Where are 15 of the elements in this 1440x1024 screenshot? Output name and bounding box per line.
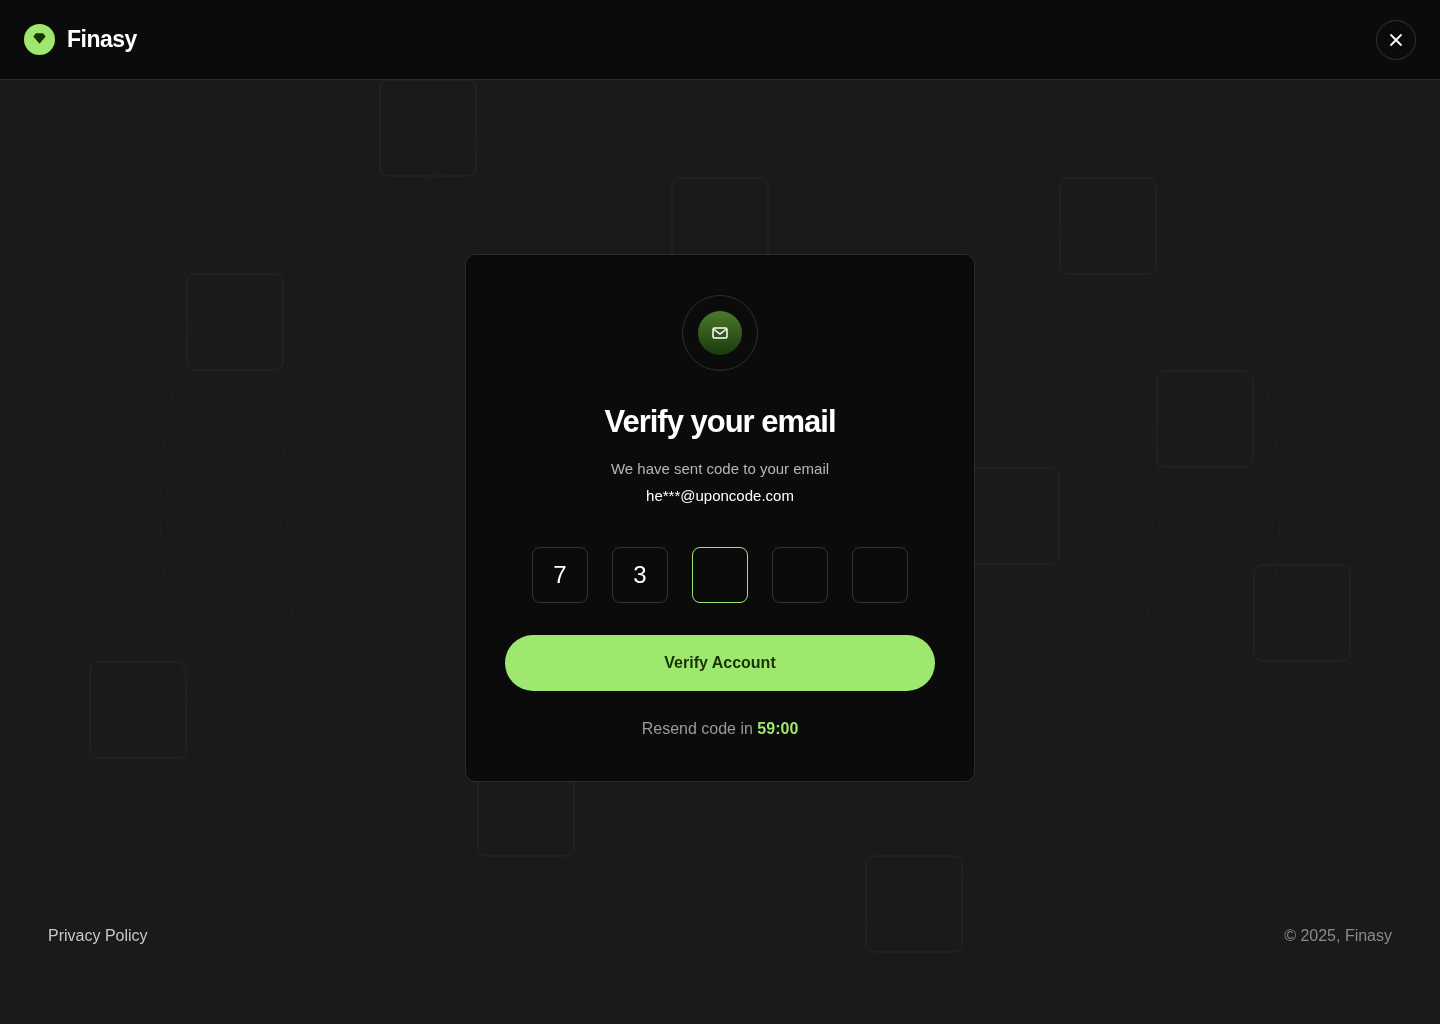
diamond-logo-icon <box>24 24 55 55</box>
close-icon <box>1389 32 1403 47</box>
verify-button[interactable]: Verify Account <box>505 635 935 692</box>
code-digit-field[interactable]: 7 <box>532 547 588 604</box>
mail-icon <box>698 311 742 355</box>
dialog-title: Verify your email <box>604 403 836 441</box>
code-digit-field[interactable]: 3 <box>612 547 668 604</box>
message-text: We have sent code to your email <box>610 459 830 480</box>
code-digit-field[interactable] <box>852 547 908 604</box>
email-address: he***@uponcode.com <box>646 485 794 506</box>
resend-timer-text: Resend code in 59:00 <box>641 719 799 740</box>
copyright-text: © 2025, Finasy <box>1284 926 1392 946</box>
code-digit-field[interactable] <box>772 547 828 604</box>
privacy-link[interactable]: Privacy Policy <box>48 924 148 948</box>
brand-name: Finasy <box>67 25 137 55</box>
